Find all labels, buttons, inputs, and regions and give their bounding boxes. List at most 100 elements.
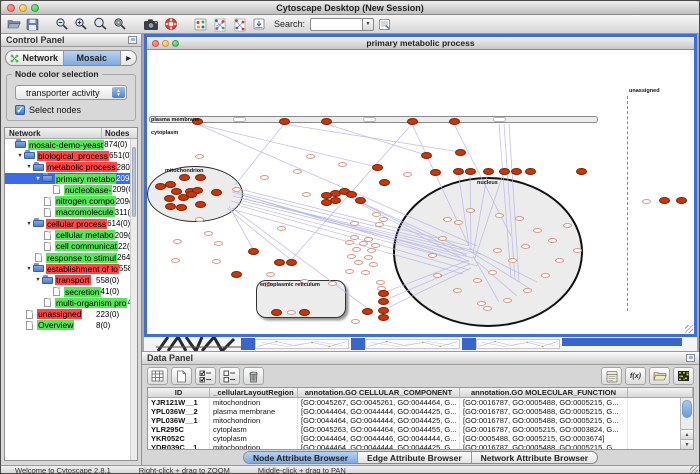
network-node[interactable] [195,174,206,181]
network-node[interactable] [155,183,166,190]
tree-col-network[interactable]: Network [5,128,102,138]
network-node-minor[interactable] [541,273,550,278]
network-node[interactable] [430,169,441,176]
network-node[interactable] [176,204,187,211]
background-window-edge[interactable] [241,338,255,350]
minimize-icon[interactable] [19,4,27,12]
open-session-button[interactable] [6,16,22,32]
scroll-up-icon[interactable] [681,429,693,439]
network-node-minor[interactable] [493,248,502,253]
network-node-minor[interactable] [361,270,370,275]
network-node[interactable] [186,191,197,198]
tree-expand-icon[interactable] [25,221,33,227]
network-node[interactable] [279,118,290,125]
tree-expand-icon[interactable] [34,176,42,182]
zoom-selected-button[interactable] [112,16,128,32]
tree-row[interactable]: cell communicat22(0) [5,241,130,252]
background-window-edge[interactable] [462,338,476,350]
network-node[interactable] [164,195,175,202]
background-window-preview[interactable] [365,339,460,349]
network-node-minor[interactable] [347,254,356,259]
tree-row[interactable]: unassigned223(0) [5,308,130,319]
window-titlebar[interactable]: Cytoscape Desktop (New Session) [1,1,699,15]
network-node[interactable] [165,203,176,210]
minimize-icon[interactable] [162,40,169,47]
network-node-minor[interactable] [375,222,384,227]
tree-scroll-thumb[interactable] [132,147,136,217]
tree-expand-icon[interactable] [25,266,33,272]
network-node[interactable] [378,290,389,297]
network-node[interactable] [231,271,242,278]
network-node[interactable] [165,181,176,188]
network-node[interactable] [321,118,332,125]
network-node[interactable] [659,197,670,204]
tree-row[interactable]: transport558(0) [5,275,130,286]
tree-expand-icon[interactable] [16,153,24,159]
background-window-edge[interactable] [351,338,365,350]
network-node-minor[interactable] [433,273,442,278]
select-nodes-checkbox[interactable] [15,105,25,115]
network-node[interactable] [372,164,383,171]
network-node-minor[interactable] [302,192,311,197]
network-node-minor[interactable] [287,310,296,315]
network-node-minor[interactable] [523,288,532,293]
network-node[interactable] [321,199,332,206]
search-input[interactable] [310,18,362,31]
tree-row[interactable]: establishment of lo558(0) [5,263,130,274]
snapshot-button[interactable] [142,16,160,32]
select-all-attributes-button[interactable] [195,367,216,385]
network-node-minor[interactable] [345,269,354,274]
network-node[interactable] [355,197,366,204]
network-node-minor[interactable] [555,258,564,263]
network-node-minor[interactable] [260,175,269,180]
tree-expand-icon[interactable] [25,164,33,170]
network-node[interactable] [676,197,687,204]
network-node-minor[interactable] [173,239,182,244]
network-node-minor[interactable] [345,240,354,245]
tree-scrollbar[interactable] [130,139,137,460]
network-view-titlebar[interactable]: primary metabolic process [147,37,694,50]
network-node-minor[interactable] [277,226,286,231]
network-node[interactable] [576,168,587,175]
network-node[interactable] [271,309,282,316]
network-node-minor[interactable] [443,217,452,222]
network-node-minor[interactable] [328,281,337,286]
tree-row[interactable]: nitrogen compo209(0) [5,195,130,206]
network-node[interactable] [286,259,297,266]
network-node[interactable] [362,308,373,315]
zoom-fit-button[interactable] [92,16,109,32]
network-node-minor[interactable] [379,217,388,222]
network-node-minor[interactable] [403,172,412,177]
tree-expand-icon[interactable] [34,277,42,283]
table-row[interactable]: YDR039C__1mitochondrion[GO:0044464, GO:0… [148,443,693,450]
tree-row[interactable]: cellular process614(0) [5,218,130,229]
tree-row[interactable]: primary metabo209(... [5,173,130,184]
network-node-minor[interactable] [563,223,572,228]
layout-network-button[interactable] [211,16,228,32]
network-node[interactable] [465,168,476,175]
close-icon[interactable] [7,4,15,12]
table-column-header[interactable]: annotation.GO MOLECULAR_FUNCTION [460,388,628,397]
zoom-icon[interactable] [172,40,179,47]
network-node[interactable] [378,307,389,314]
network-node[interactable] [453,168,464,175]
network-node-minor[interactable] [204,231,213,236]
table-row[interactable]: YPL036W__2plasma membrane[GO:0044464, GO… [148,407,693,416]
network-node[interactable] [211,189,222,196]
network-node-minor[interactable] [354,260,363,265]
network-node[interactable] [378,314,389,321]
network-node[interactable] [407,118,418,125]
network-node-minor[interactable] [338,162,347,167]
network-node[interactable] [248,248,259,255]
table-column-header[interactable]: _cellularLayoutRegion [210,388,298,397]
network-node[interactable] [179,174,190,181]
table-row[interactable]: YKR052Ccytoplasm[GO:0044464, GO:0044446,… [148,434,693,443]
network-node-minor[interactable] [372,212,381,217]
tab-network-attribute-browser[interactable]: Network Attribute Browser [472,452,597,463]
table-column-header[interactable]: ID [148,388,210,397]
network-node-minor[interactable] [266,272,275,277]
window-resize-grip[interactable] [685,325,693,333]
network-node-minor[interactable] [212,259,221,264]
create-attribute-button[interactable] [171,367,192,385]
tree-row[interactable]: mosaic-demo-yeast874(0) [5,139,130,150]
